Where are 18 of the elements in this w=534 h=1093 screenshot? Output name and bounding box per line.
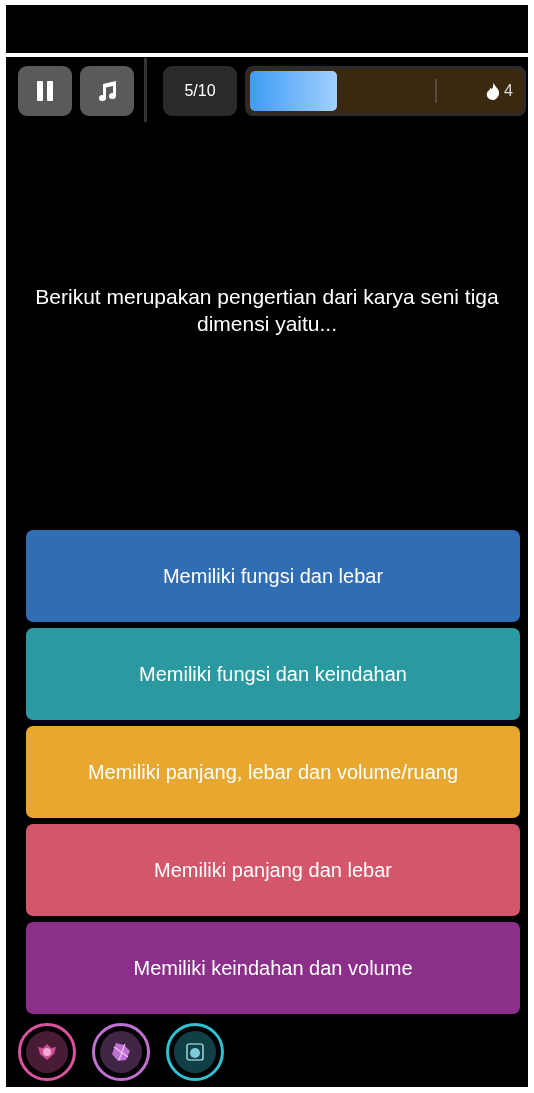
question-counter: 5/10 [163, 66, 237, 116]
shatter-icon [110, 1041, 132, 1063]
answer-option[interactable]: Memiliki panjang dan lebar [26, 824, 520, 916]
pause-icon [36, 81, 54, 101]
music-note-icon [96, 80, 118, 102]
answer-option[interactable]: Memiliki keindahan dan volume [26, 922, 520, 1014]
powerup-button[interactable] [166, 1023, 224, 1081]
powerup-button[interactable] [92, 1023, 150, 1081]
answer-option[interactable]: Memiliki panjang, lebar dan volume/ruang [26, 726, 520, 818]
music-button[interactable] [80, 66, 134, 116]
answer-option[interactable]: Memiliki fungsi dan lebar [26, 530, 520, 622]
flame-icon [486, 82, 501, 100]
flower-icon [36, 1041, 58, 1063]
streak-count: 4 [504, 82, 513, 100]
question-text: Berikut merupakan pengertian dari karya seni tiga dimensi yaitu... [34, 284, 500, 337]
powerup-button[interactable] [18, 1023, 76, 1081]
answer-option[interactable]: Memiliki fungsi dan keindahan [26, 628, 520, 720]
pause-button[interactable] [18, 66, 72, 116]
